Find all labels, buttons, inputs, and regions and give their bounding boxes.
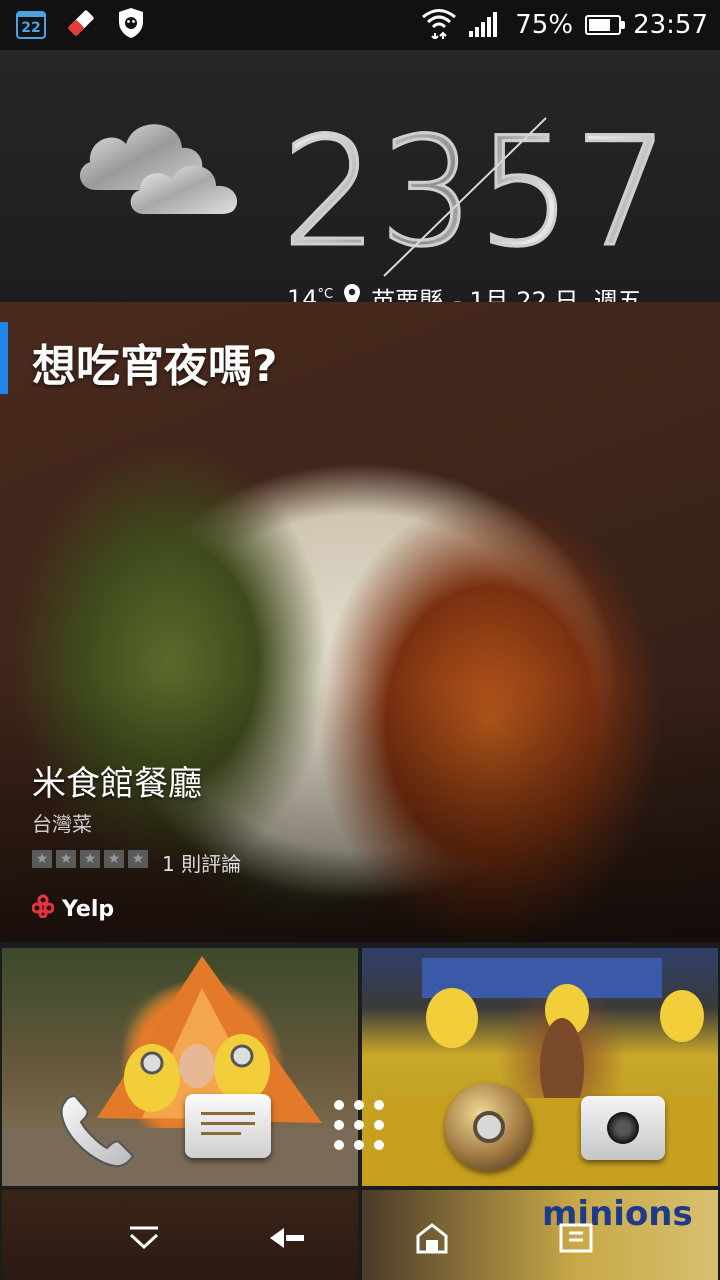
message-line <box>201 1122 255 1125</box>
navigation-bar <box>0 1196 720 1280</box>
camera-icon[interactable] <box>581 1096 665 1160</box>
phone-icon[interactable] <box>55 1092 139 1174</box>
restaurant-name: 米食館餐廳 <box>32 764 202 804</box>
browser-icon[interactable] <box>445 1083 533 1171</box>
notifications-pulldown-icon[interactable] <box>114 1212 174 1264</box>
status-bar[interactable]: 22 75% 23:57 <box>0 0 720 50</box>
star-icon: ★ <box>104 850 124 868</box>
restaurant-suggestion-card[interactable]: 想吃宵夜嗎? 米食館餐廳 台灣菜 ★ ★ ★ ★ ★ 1 則評論 Yelp <box>0 302 720 942</box>
back-icon[interactable] <box>258 1212 318 1264</box>
card-heading: 想吃宵夜嗎? <box>32 341 278 392</box>
recent-apps-icon[interactable] <box>546 1212 606 1264</box>
calendar-icon: 22 <box>16 11 46 39</box>
battery-icon <box>585 15 626 35</box>
star-icon: ★ <box>80 850 100 868</box>
cloudy-icon <box>79 124 238 214</box>
signal-icon <box>469 9 503 41</box>
status-time: 23:57 <box>633 10 708 40</box>
security-shield-icon <box>116 6 146 44</box>
home-icon[interactable] <box>402 1212 462 1264</box>
message-line <box>201 1112 255 1115</box>
message-line <box>201 1132 241 1135</box>
star-icon: ★ <box>56 850 76 868</box>
clock-divider <box>383 117 547 277</box>
rating-stars: ★ ★ ★ ★ ★ <box>32 850 148 868</box>
yelp-logo-icon <box>31 894 55 924</box>
battery-percent: 75% <box>515 10 574 40</box>
yelp-source: Yelp <box>31 894 115 924</box>
temperature-unit: °C <box>317 286 334 302</box>
messages-icon[interactable] <box>185 1094 271 1158</box>
star-icon: ★ <box>128 850 148 868</box>
wifi-icon <box>421 7 457 43</box>
battery-saver-icon <box>64 6 98 44</box>
all-apps-icon[interactable] <box>334 1100 386 1152</box>
restaurant-category: 台灣菜 <box>32 812 92 836</box>
review-count: 1 則評論 <box>162 852 242 876</box>
clock-weather-widget[interactable]: 2357 14°C 苗栗縣 - 1月 22 日, 週五 <box>0 50 720 315</box>
star-icon: ★ <box>32 850 52 868</box>
card-accent-bar <box>0 322 8 394</box>
calendar-day: 22 <box>21 20 41 36</box>
yelp-label: Yelp <box>62 896 115 922</box>
battery-level <box>589 19 611 31</box>
